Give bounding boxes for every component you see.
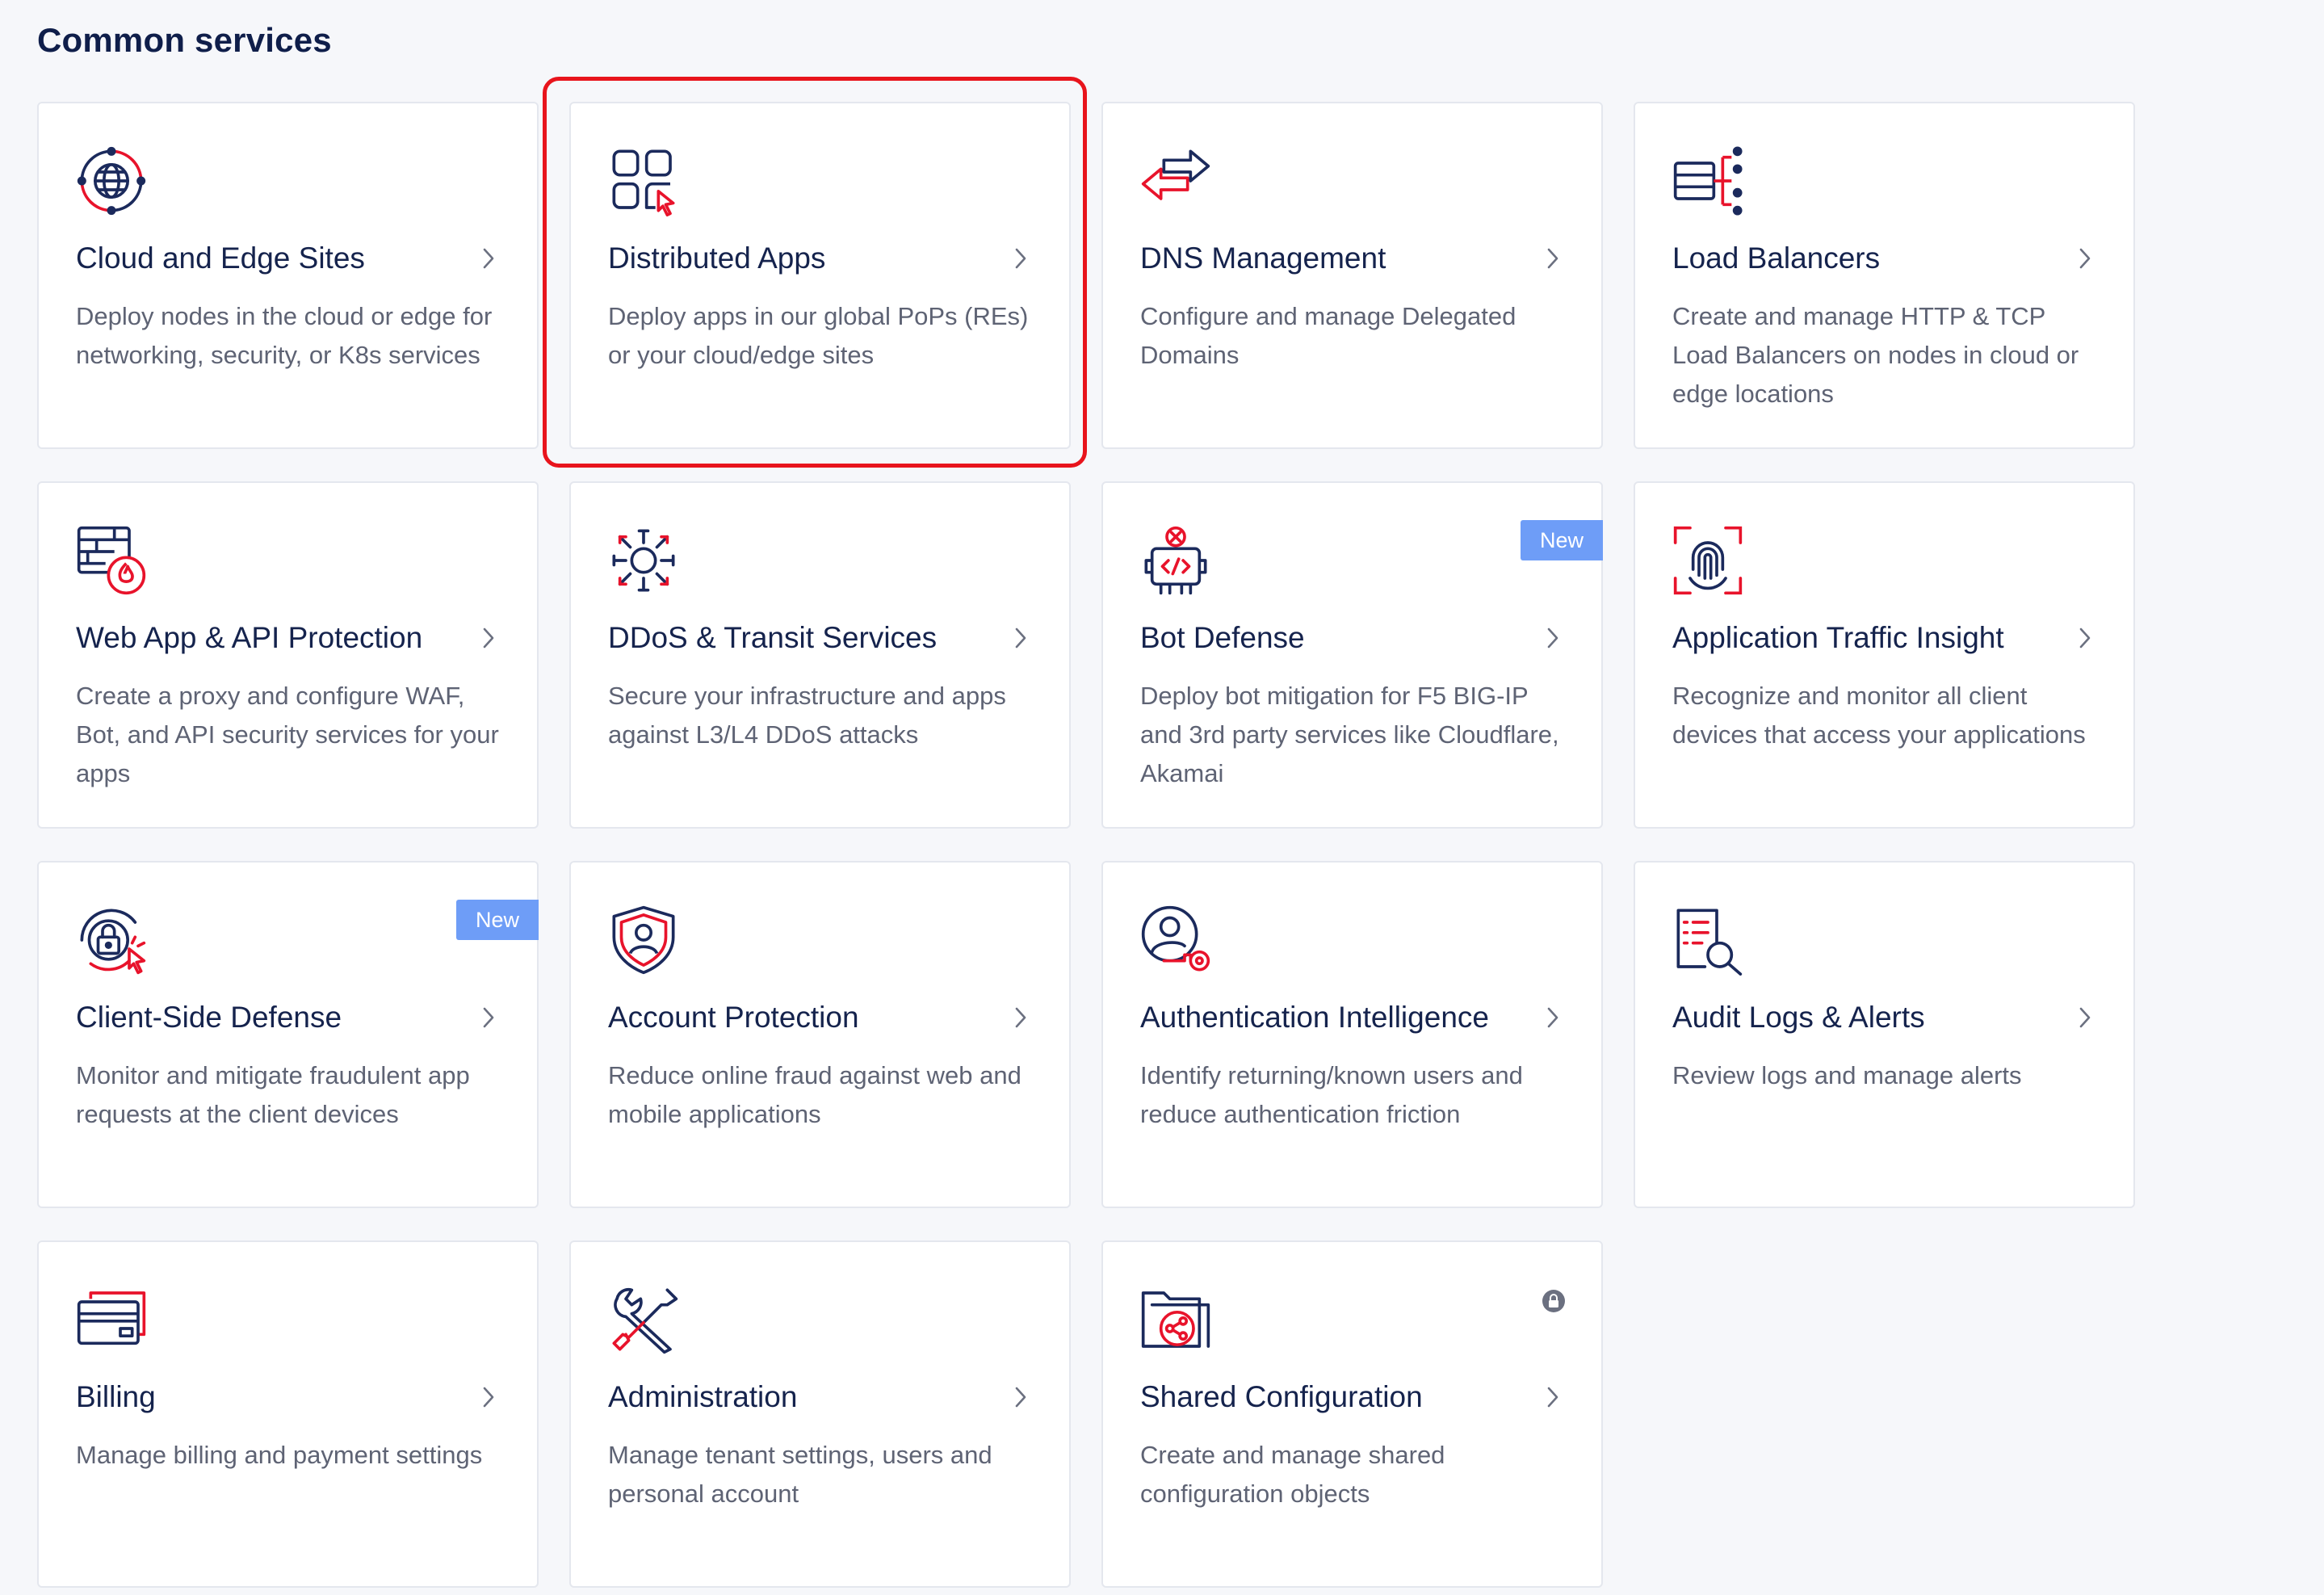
card-title: Shared Configuration xyxy=(1140,1380,1423,1413)
card-bot-defense[interactable]: New Bot Defense Deploy bot mitigation fo… xyxy=(1101,481,1603,829)
chevron-right-icon xyxy=(1540,246,1566,271)
chevron-right-icon xyxy=(1540,1005,1566,1030)
card-description: Deploy apps in our global PoPs (REs) or … xyxy=(608,302,1029,369)
log-search-icon xyxy=(1672,905,1743,976)
card-description: Create and manage HTTP & TCP Load Balanc… xyxy=(1672,302,2079,408)
card-account-protection[interactable]: Account Protection Reduce online fraud a… xyxy=(569,861,1071,1208)
section-title: Common services xyxy=(37,21,332,59)
card-description: Manage tenant settings, users and person… xyxy=(608,1441,992,1508)
card-ddos-transit-services[interactable]: DDoS & Transit Services Secure your infr… xyxy=(569,481,1071,829)
card-description: Secure your infrastructure and apps agai… xyxy=(608,682,1006,749)
card-authentication-intelligence[interactable]: Authentication Intelligence Identify ret… xyxy=(1101,861,1603,1208)
chevron-right-icon xyxy=(1008,1005,1034,1030)
card-billing[interactable]: Billing Manage billing and payment setti… xyxy=(37,1240,539,1588)
card-title: Bot Defense xyxy=(1140,621,1305,654)
card-description: Manage billing and payment settings xyxy=(76,1441,483,1469)
client-lock-icon xyxy=(76,905,147,976)
card-description: Configure and manage Delegated Domains xyxy=(1140,302,1516,369)
card-title: Administration xyxy=(608,1380,798,1413)
card-title: Billing xyxy=(76,1380,156,1413)
card-dns-management[interactable]: DNS Management Configure and manage Dele… xyxy=(1101,102,1603,449)
card-title: Audit Logs & Alerts xyxy=(1672,1001,1925,1034)
load-balancer-icon xyxy=(1672,145,1743,216)
services-page: Common services Cloud and Edge Sites Dep… xyxy=(0,0,2324,1595)
chevron-right-icon xyxy=(2072,246,2098,271)
lock-icon xyxy=(1542,1289,1566,1313)
credit-card-icon xyxy=(76,1284,147,1355)
card-title: Client-Side Defense xyxy=(76,1001,342,1034)
dns-arrows-icon xyxy=(1140,145,1211,216)
chevron-right-icon xyxy=(1008,1384,1034,1410)
chevron-right-icon xyxy=(476,246,501,271)
chevron-right-icon xyxy=(476,1005,501,1030)
services-grid: Cloud and Edge Sites Deploy nodes in the… xyxy=(37,102,2135,1588)
chevron-right-icon xyxy=(2072,1005,2098,1030)
card-title: Account Protection xyxy=(608,1001,859,1034)
card-client-side-defense[interactable]: New Client-Side Defense Monitor and miti… xyxy=(37,861,539,1208)
card-title: Application Traffic Insight xyxy=(1672,621,2004,654)
bot-code-icon xyxy=(1140,525,1211,596)
card-description: Create a proxy and configure WAF, Bot, a… xyxy=(76,682,499,787)
wrench-screwdriver-icon xyxy=(608,1284,679,1355)
card-web-app-api-protection[interactable]: Web App & API Protection Create a proxy … xyxy=(37,481,539,829)
chevron-right-icon xyxy=(2072,625,2098,651)
card-load-balancers[interactable]: Load Balancers Create and manage HTTP & … xyxy=(1634,102,2135,449)
shared-folder-icon xyxy=(1140,1284,1211,1355)
card-description: Deploy bot mitigation for F5 BIG-IP and … xyxy=(1140,682,1559,787)
card-administration[interactable]: Administration Manage tenant settings, u… xyxy=(569,1240,1071,1588)
card-description: Recognize and monitor all client devices… xyxy=(1672,682,2086,749)
chevron-right-icon xyxy=(1540,625,1566,651)
card-description: Reduce online fraud against web and mobi… xyxy=(608,1061,1021,1128)
app-grid-icon xyxy=(608,145,679,216)
card-description: Review logs and manage alerts xyxy=(1672,1061,2022,1089)
card-title: Load Balancers xyxy=(1672,241,1881,275)
user-key-icon xyxy=(1140,905,1211,976)
card-description: Monitor and mitigate fraudulent app requ… xyxy=(76,1061,470,1128)
card-audit-logs-alerts[interactable]: Audit Logs & Alerts Review logs and mana… xyxy=(1634,861,2135,1208)
firewall-fire-icon xyxy=(76,525,147,596)
card-description: Deploy nodes in the cloud or edge for ne… xyxy=(76,302,493,369)
card-distributed-apps[interactable]: Distributed Apps Deploy apps in our glob… xyxy=(569,102,1071,449)
card-application-traffic-insight[interactable]: Application Traffic Insight Recognize an… xyxy=(1634,481,2135,829)
card-description: Identify returning/known users and reduc… xyxy=(1140,1061,1523,1128)
card-title: DNS Management xyxy=(1140,241,1386,275)
shield-user-icon xyxy=(608,905,679,976)
card-shared-configuration[interactable]: Shared Configuration Create and manage s… xyxy=(1101,1240,1603,1588)
ddos-burst-icon xyxy=(608,525,679,596)
card-title: DDoS & Transit Services xyxy=(608,621,938,654)
card-title: Authentication Intelligence xyxy=(1140,1001,1489,1034)
card-title: Distributed Apps xyxy=(608,241,826,275)
new-badge: New xyxy=(1520,520,1603,560)
chevron-right-icon xyxy=(476,625,501,651)
card-cloud-and-edge-sites[interactable]: Cloud and Edge Sites Deploy nodes in the… xyxy=(37,102,539,449)
card-title: Web App & API Protection xyxy=(76,621,423,654)
globe-network-icon xyxy=(76,145,147,216)
chevron-right-icon xyxy=(1008,625,1034,651)
chevron-right-icon xyxy=(1008,246,1034,271)
chevron-right-icon xyxy=(1540,1384,1566,1410)
chevron-right-icon xyxy=(476,1384,501,1410)
card-title: Cloud and Edge Sites xyxy=(76,241,365,275)
fingerprint-scan-icon xyxy=(1672,525,1743,596)
new-badge: New xyxy=(455,900,539,940)
card-description: Create and manage shared configuration o… xyxy=(1140,1441,1445,1508)
